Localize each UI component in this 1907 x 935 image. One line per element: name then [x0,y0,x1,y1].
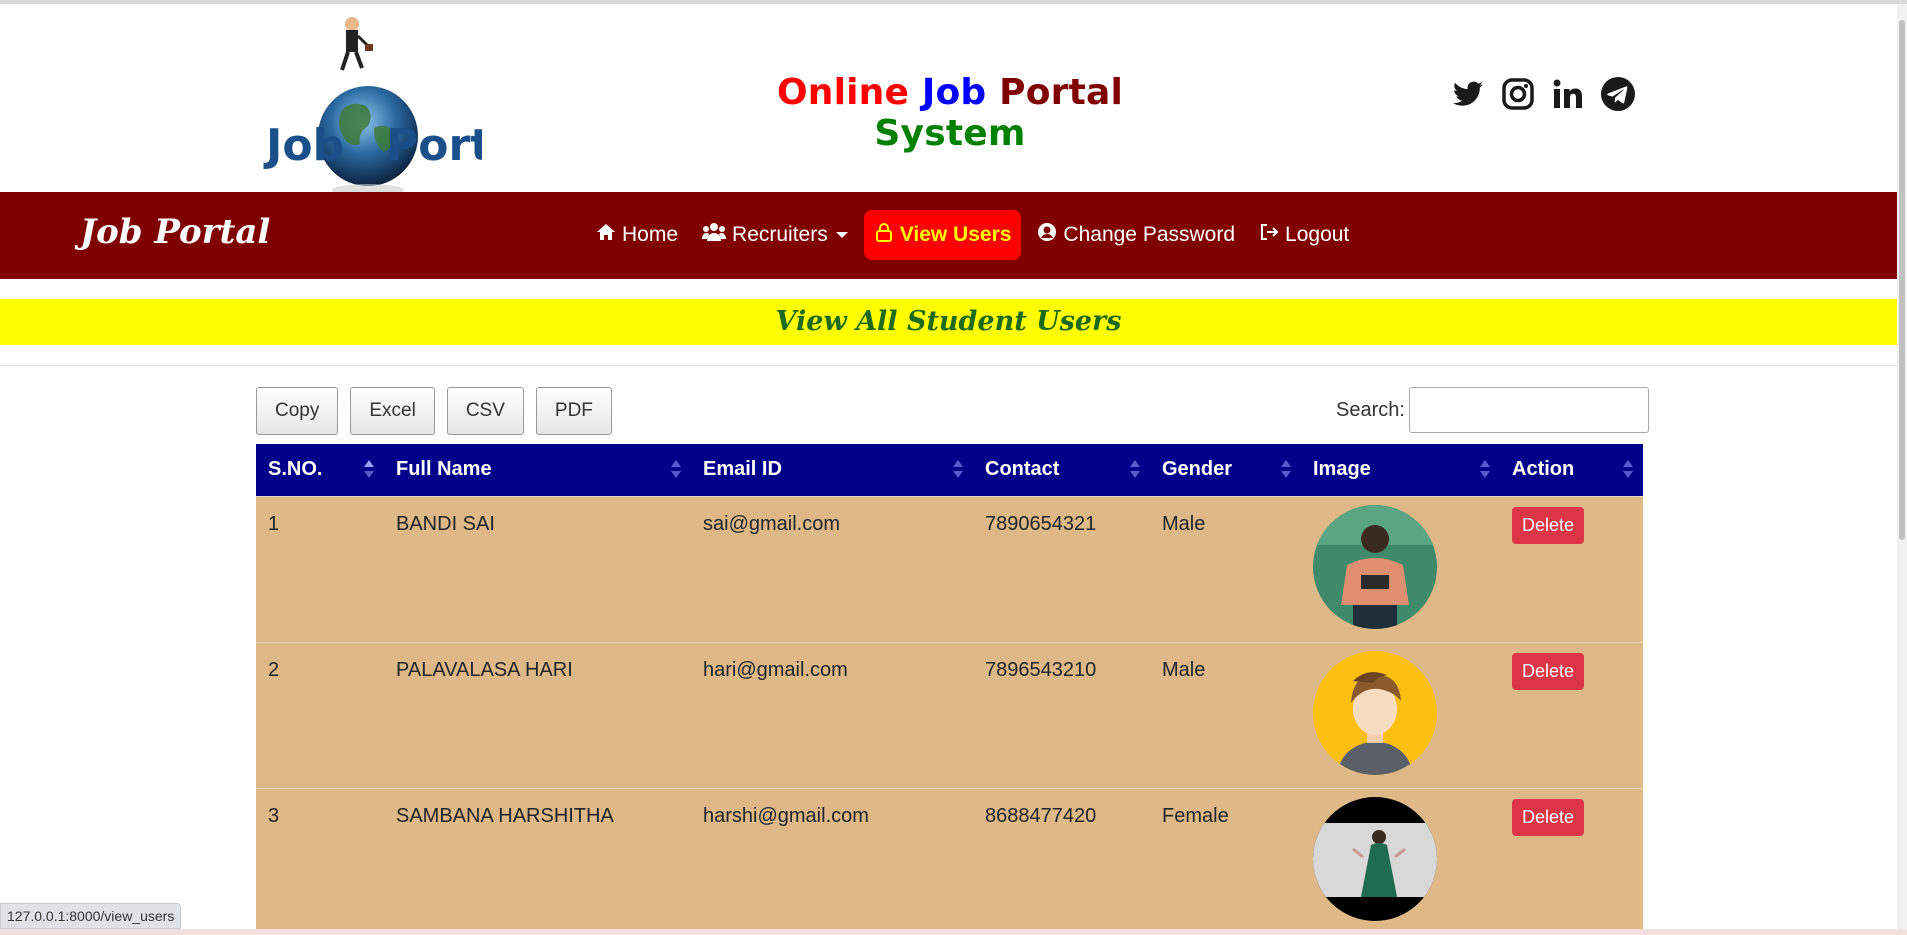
title-part-job: Job [921,72,987,113]
cell-contact: 7896543210 [985,659,1097,681]
delete-button[interactable]: Delete [1512,653,1585,690]
csv-button[interactable]: CSV [446,387,524,435]
cell-contact: 8688477420 [985,805,1097,827]
column-header-label: Action [1512,458,1575,480]
sort-icon [953,460,963,480]
linkedin-icon[interactable] [1550,76,1586,112]
column-header-image[interactable]: Image [1301,444,1500,496]
cell-action: Delete [1500,497,1643,642]
column-header-label: Contact [985,458,1060,480]
cell-gender: Male [1162,513,1206,535]
pdf-button[interactable]: PDF [535,387,612,435]
nav-item-home[interactable]: Home [588,210,686,260]
delete-button[interactable]: Delete [1512,799,1585,836]
cell-action: Delete [1500,643,1643,788]
search-input[interactable] [1408,387,1649,433]
copy-button[interactable]: Copy [256,387,339,435]
site-header: Job Portal Online Job Portal System [0,4,1897,196]
delete-button[interactable]: Delete [1512,507,1585,544]
cell-contact: 7890654321 [985,513,1097,535]
chevron-down-icon [835,232,848,238]
instagram-icon[interactable] [1500,76,1536,112]
avatar [1313,505,1437,629]
navbar-brand[interactable]: Job Portal [80,212,270,252]
title-part-online: Online [776,72,910,113]
svg-text:Job: Job [263,120,344,171]
table-search: Search: [1336,387,1649,433]
divider [0,365,1897,366]
sort-icon [1623,460,1633,480]
sort-icon [1130,460,1140,480]
title-part-portal: Portal [999,72,1124,113]
twitter-icon[interactable] [1450,76,1486,112]
scrollbar-thumb[interactable] [1899,20,1905,540]
cell-sno: 1 [268,513,280,535]
page-title: View All Student Users [0,299,1897,345]
sort-icon [671,460,681,480]
avatar [1313,651,1437,775]
cell-email: harshi@gmail.com [703,805,869,827]
column-header-contact[interactable]: Contact [973,444,1150,496]
cell-email: hari@gmail.com [703,659,848,681]
nav-menu: Home Recruiters View Users Change Passwo… [588,210,1357,260]
cell-name: BANDI SAI [396,513,495,535]
search-label: Search: [1336,398,1405,421]
cell-name: PALAVALASA HARI [396,659,573,681]
column-header-gender[interactable]: Gender [1150,444,1301,496]
sort-icon [1281,460,1291,480]
sort-icon [364,460,374,480]
column-header-label: Email ID [703,458,782,480]
svg-text:Portal: Portal [386,120,482,171]
column-header-sno[interactable]: S.NO. [256,444,384,496]
column-header-full-name[interactable]: Full Name [384,444,691,496]
nav-item-change-password[interactable]: Change Password [1029,210,1243,260]
cell-image [1301,789,1500,934]
nav-item-label: View Users [899,223,1012,246]
nav-item-label: Change Password [1063,223,1236,246]
site-title: Online Job Portal System [700,72,1200,154]
users-table: S.NO. Full Name Email ID Contact Gender … [256,444,1643,934]
excel-button[interactable]: Excel [350,387,435,435]
nav-item-view-users[interactable]: View Users [863,210,1022,260]
main-navbar: Job Portal Home Recruiters View Users Ch… [0,192,1897,279]
cell-sno: 2 [268,659,280,681]
window-bottom-border [0,929,1907,935]
nav-item-label: Recruiters [732,223,828,246]
export-buttons: Copy Excel CSV PDF [256,387,612,435]
logout-icon [1259,222,1279,248]
cell-gender: Female [1162,805,1229,827]
avatar [1313,797,1437,921]
column-header-action[interactable]: Action [1500,444,1643,496]
cell-name: SAMBANA HARSHITHA [396,805,614,827]
telegram-icon[interactable] [1600,76,1636,112]
column-header-label: Image [1313,458,1371,480]
cell-image [1301,643,1500,788]
title-part-system: System [874,113,1026,154]
status-bar-url: 127.0.0.1:8000/view_users [0,903,182,929]
users-icon [702,222,727,248]
cell-action: Delete [1500,789,1643,934]
table-row: 3 SAMBANA HARSHITHA harshi@gmail.com 868… [256,788,1643,934]
cell-gender: Male [1162,659,1206,681]
table-row: 2 PALAVALASA HARI hari@gmail.com 7896543… [256,642,1643,788]
column-header-label: Full Name [396,458,492,480]
column-header-email[interactable]: Email ID [691,444,973,496]
sort-icon [1480,460,1490,480]
user-circle-icon [1037,222,1057,248]
lock-icon [874,222,894,248]
nav-item-label: Logout [1285,223,1350,246]
cell-email: sai@gmail.com [703,513,841,535]
home-icon [596,222,616,248]
social-links [1450,76,1636,112]
table-row: 1 BANDI SAI sai@gmail.com 7890654321 Mal… [256,496,1643,642]
column-header-label: S.NO. [268,458,323,480]
nav-item-recruiters[interactable]: Recruiters [694,210,856,260]
column-header-label: Gender [1162,458,1233,480]
cell-image [1301,497,1500,642]
cell-sno: 3 [268,805,280,827]
nav-item-logout[interactable]: Logout [1251,210,1357,260]
nav-item-label: Home [622,223,679,246]
table-header: S.NO. Full Name Email ID Contact Gender … [256,444,1643,496]
job-portal-logo[interactable]: Job Portal [262,10,536,196]
